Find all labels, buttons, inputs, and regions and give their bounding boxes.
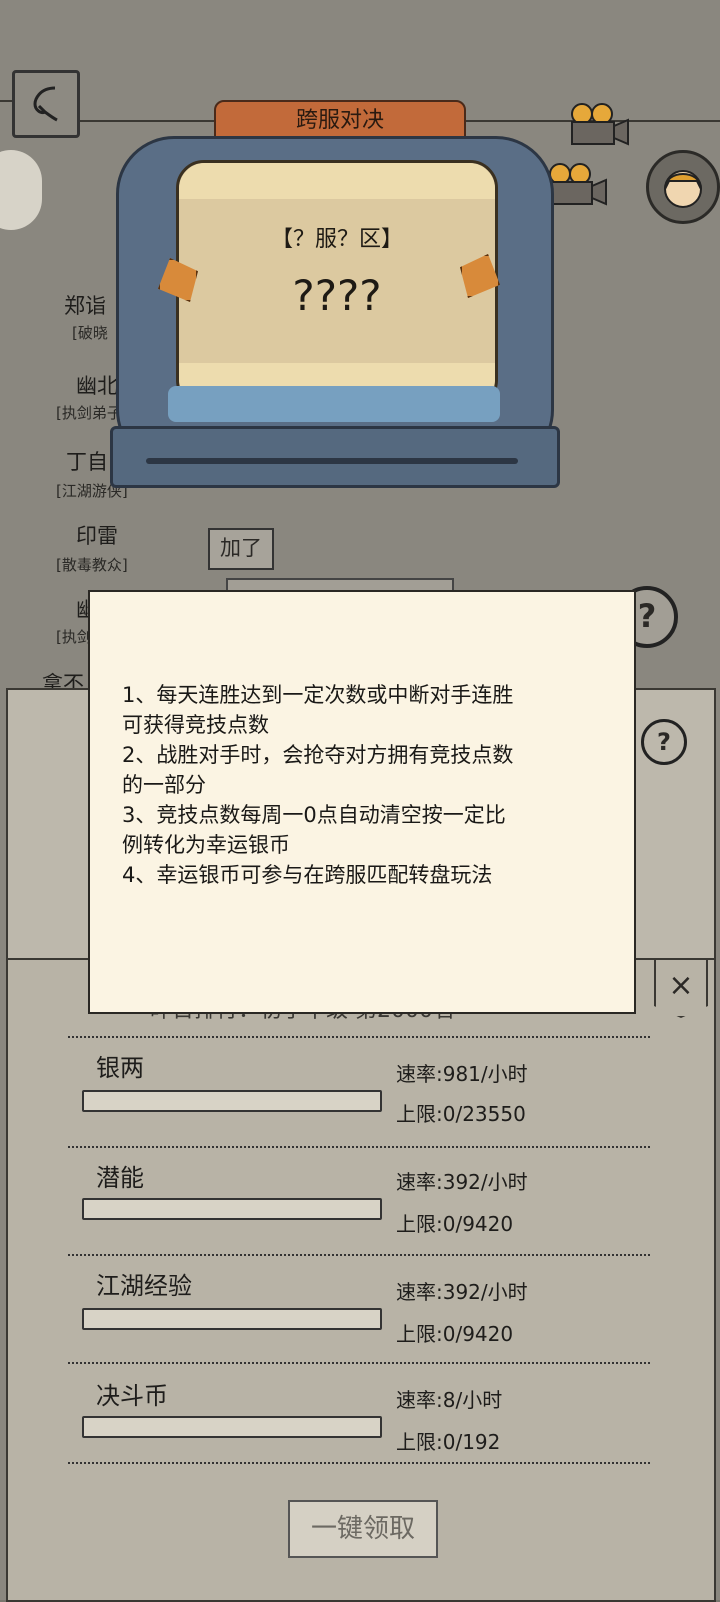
divider <box>0 100 12 102</box>
event-logo[interactable] <box>0 150 42 230</box>
rule-line: 例转化为幸运银币 <box>122 833 290 857</box>
avatar[interactable] <box>646 150 720 224</box>
reward-name: 银两 <box>96 1054 144 1082</box>
player-name: 郑诣 <box>64 294 106 318</box>
reward-name: 潜能 <box>96 1164 144 1192</box>
help-button[interactable]: ? <box>641 719 687 765</box>
rate-text: 速率:981/小时 <box>396 1062 528 1086</box>
rule-line: 1、每天连胜达到一定次数或中断对手连胜 <box>122 683 514 707</box>
rate-text: 速率:392/小时 <box>396 1280 528 1304</box>
divider <box>68 1462 650 1464</box>
player-name: 丁自 <box>66 450 108 474</box>
rate-text: 速率:392/小时 <box>396 1170 528 1194</box>
rule-line: 4、幸运银币可参与在跨服匹配转盘玩法 <box>122 863 493 887</box>
close-button[interactable]: × <box>654 958 708 1018</box>
limit-text: 上限:0/192 <box>396 1430 501 1454</box>
rate-text: 速率:8/小时 <box>396 1388 503 1412</box>
limit-text: 上限:0/23550 <box>396 1102 526 1126</box>
machine-groove <box>146 458 518 464</box>
rule-line: 可获得竞技点数 <box>122 713 269 737</box>
limit-text: 上限:0/9420 <box>396 1212 514 1236</box>
question-icon: ? <box>657 728 671 756</box>
divider <box>68 1036 650 1038</box>
player-name: 印雷 <box>76 524 118 548</box>
back-icon <box>33 86 58 122</box>
player-rank: [执剑 <box>56 628 92 646</box>
avatar-icon <box>664 170 702 208</box>
reward-name: 决斗币 <box>96 1382 168 1410</box>
progress-bar <box>82 1308 382 1330</box>
divider <box>68 1254 650 1256</box>
limit-text: 上限:0/9420 <box>396 1322 514 1346</box>
slot-bar <box>168 386 500 422</box>
machine-screen: 【？服？区】 ???? <box>176 160 498 408</box>
progress-bar <box>82 1416 382 1438</box>
reward-name: 江湖经验 <box>96 1272 192 1300</box>
machine-base <box>110 426 560 488</box>
player-rank: [破晓 <box>72 324 108 342</box>
rule-line: 3、竞技点数每周一0点自动清空按一定比 <box>122 803 506 827</box>
chat-bubble: 加了 <box>208 528 274 570</box>
progress-bar <box>82 1198 382 1220</box>
rule-line: 的一部分 <box>122 773 206 797</box>
back-button[interactable] <box>12 70 80 138</box>
question-icon: ? <box>637 597 657 635</box>
progress-bar <box>82 1090 382 1112</box>
match-machine: 跨服对决 【？服？区】 ???? <box>110 96 560 506</box>
video-camera-icon[interactable] <box>566 100 630 148</box>
rules-dialog: 1、每天连胜达到一定次数或中断对手连胜 可获得竞技点数 2、战胜对手时，会抢夺对… <box>88 590 636 1014</box>
reel-band <box>179 163 495 199</box>
claim-all-button[interactable]: 一键领取 <box>288 1500 438 1558</box>
divider <box>68 1146 650 1148</box>
close-icon: × <box>668 968 694 1003</box>
opponent-name: ???? <box>292 271 382 320</box>
rule-line: 2、战胜对手时，会抢夺对方拥有竞技点数 <box>122 743 514 767</box>
divider <box>68 1362 650 1364</box>
player-rank: [散毒教众] <box>56 556 128 574</box>
server-label: 【？服？区】 <box>270 227 403 252</box>
